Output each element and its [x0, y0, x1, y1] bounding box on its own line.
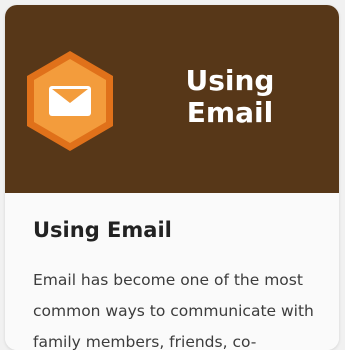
card-body: Using Email Email has become one of the …: [5, 193, 339, 350]
course-card[interactable]: Using Email Using Email Email has become…: [5, 5, 339, 350]
banner-title-line2: Email: [186, 96, 274, 129]
banner-title: Using Email: [155, 65, 305, 129]
envelope-hexagon-icon: [27, 51, 113, 151]
banner-title-line1: Using: [185, 64, 275, 97]
card-title[interactable]: Using Email: [33, 216, 172, 244]
card-description: Email has become one of the most common …: [33, 271, 314, 350]
card-banner: Using Email: [5, 5, 339, 193]
